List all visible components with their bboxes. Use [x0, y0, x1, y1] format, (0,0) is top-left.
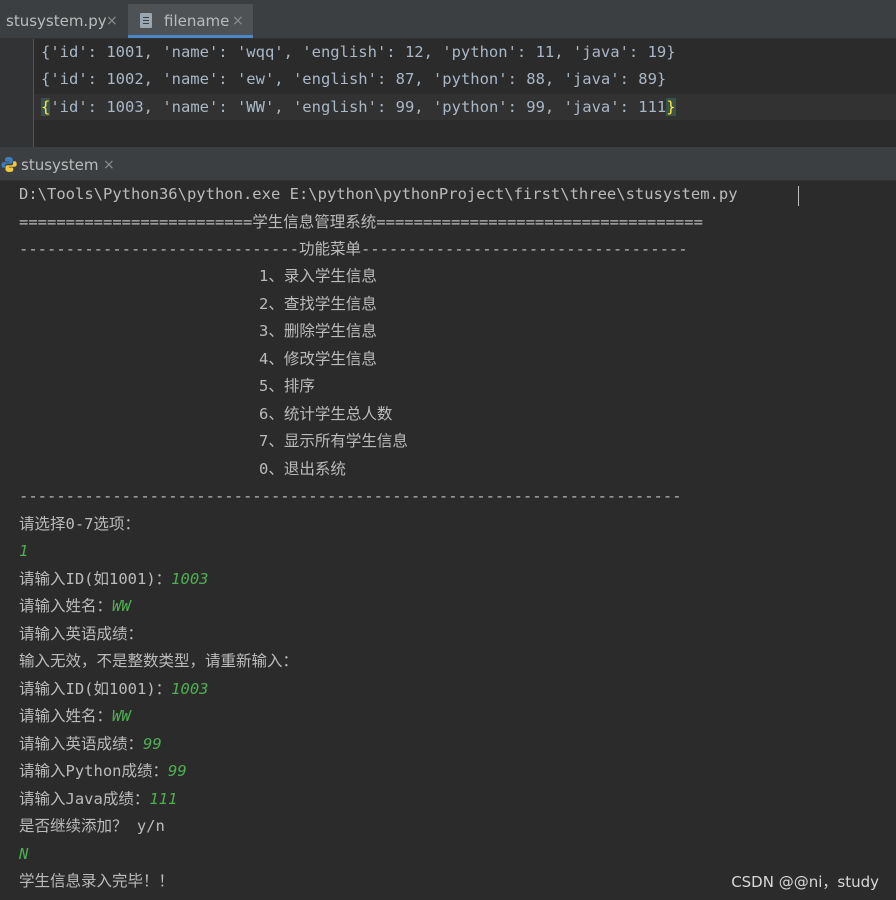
console-line: 请输入Python成绩：99 — [19, 758, 187, 786]
tab-label: stusystem.py — [6, 12, 107, 30]
run-tab-stusystem[interactable]: stusystem × — [0, 150, 120, 180]
tab-filename[interactable]: filename × — [128, 4, 253, 38]
editor-line[interactable]: {'id': 1001, 'name': 'wqq', 'english': 1… — [41, 39, 676, 65]
console-line: 是否继续添加？ y/n — [19, 813, 165, 841]
user-input: N — [19, 845, 29, 863]
close-icon[interactable]: × — [232, 4, 244, 38]
console-line: 请输入英语成绩： — [19, 621, 143, 649]
console-line: 请选择0-7选项： — [19, 511, 140, 539]
menu-header: ------------------------------功能菜单------… — [19, 240, 688, 258]
user-input: 99 — [143, 735, 162, 753]
matched-brace: { — [41, 98, 51, 116]
console-output[interactable]: D:\Tools\Python36\python.exe E:\python\p… — [0, 181, 896, 900]
menu-footer: ----------------------------------------… — [19, 487, 682, 505]
run-command[interactable]: D:\Tools\Python36\python.exe E:\python\p… — [19, 181, 738, 209]
menu-item: 5、排序 — [259, 377, 315, 395]
prompt-text: 请输入姓名： — [19, 707, 113, 725]
user-input: WW — [112, 707, 131, 725]
text-file-icon — [140, 13, 152, 28]
console-line: 请输入ID(如1001)：1003 — [19, 676, 208, 704]
text-caret — [798, 186, 799, 206]
run-tab-label: stusystem — [21, 156, 99, 174]
console-line: 输入无效，不是整数类型，请重新输入： — [19, 648, 298, 676]
editor-line-text: 'id': 1003, 'name': 'WW', 'english': 99,… — [50, 98, 667, 116]
prompt-text: 学生信息录入完毕！！ — [19, 872, 175, 890]
user-input: 111 — [149, 790, 178, 808]
run-tool-window-bar: stusystem × — [0, 150, 896, 181]
close-icon[interactable]: × — [103, 150, 115, 180]
user-input: 1003 — [171, 570, 209, 588]
user-input: 99 — [168, 762, 187, 780]
menu-item: 1、录入学生信息 — [259, 267, 377, 285]
user-input: 1 — [19, 542, 29, 560]
prompt-text: 请输入Python成绩： — [19, 762, 168, 780]
menu-item: 7、显示所有学生信息 — [259, 432, 408, 450]
menu-item: 0、退出系统 — [259, 460, 346, 478]
editor-tab-bar: stusystem.py × filename × — [0, 0, 896, 39]
system-title: =========================学生信息管理系统=======… — [19, 213, 703, 231]
csdn-watermark: CSDN @@ni，study — [731, 873, 879, 891]
console-line: 学生信息录入完毕！！ — [19, 868, 174, 896]
prompt-text: 请输入ID(如1001)： — [19, 570, 172, 588]
prompt-text: 是否继续添加？ y/n — [19, 817, 165, 835]
menu-item: 3、删除学生信息 — [259, 322, 377, 340]
console-line: 请输入姓名：WW — [19, 703, 131, 731]
python-icon — [1, 157, 17, 172]
editor-line[interactable]: {'id': 1002, 'name': 'ew', 'english': 87… — [41, 66, 666, 92]
console-line: 请输入Java成绩：111 — [19, 786, 177, 814]
matched-brace: } — [666, 98, 676, 116]
console-line: 请输入英语成绩：99 — [19, 731, 162, 759]
menu-item: 4、修改学生信息 — [259, 350, 377, 368]
editor-pane[interactable]: {'id': 1001, 'name': 'wqq', 'english': 1… — [0, 39, 896, 147]
prompt-text: 请输入姓名： — [19, 597, 113, 615]
line-number-gutter — [0, 39, 34, 147]
menu-item: 6、统计学生总人数 — [259, 405, 393, 423]
prompt-text: 请选择0-7选项： — [19, 515, 140, 533]
menu-item: 2、查找学生信息 — [259, 295, 377, 313]
console-line: 请输入姓名：WW — [19, 593, 131, 621]
prompt-text: 请输入ID(如1001)： — [19, 680, 172, 698]
tab-label: filename — [164, 12, 230, 30]
prompt-text: 请输入英语成绩： — [19, 735, 144, 753]
prompt-text: 请输入Java成绩： — [19, 790, 150, 808]
prompt-text: 输入无效，不是整数类型，请重新输入： — [19, 652, 299, 670]
console-line: 1 — [19, 538, 28, 566]
close-icon[interactable]: × — [106, 4, 118, 38]
editor-line-current[interactable]: {'id': 1003, 'name': 'WW', 'english': 99… — [34, 94, 896, 120]
user-input: WW — [112, 597, 131, 615]
console-line: N — [19, 841, 28, 869]
prompt-text: 请输入英语成绩： — [19, 625, 144, 643]
console-line: 请输入ID(如1001)：1003 — [19, 566, 208, 594]
user-input: 1003 — [171, 680, 209, 698]
tab-stusystem-py[interactable]: stusystem.py × — [0, 4, 124, 38]
